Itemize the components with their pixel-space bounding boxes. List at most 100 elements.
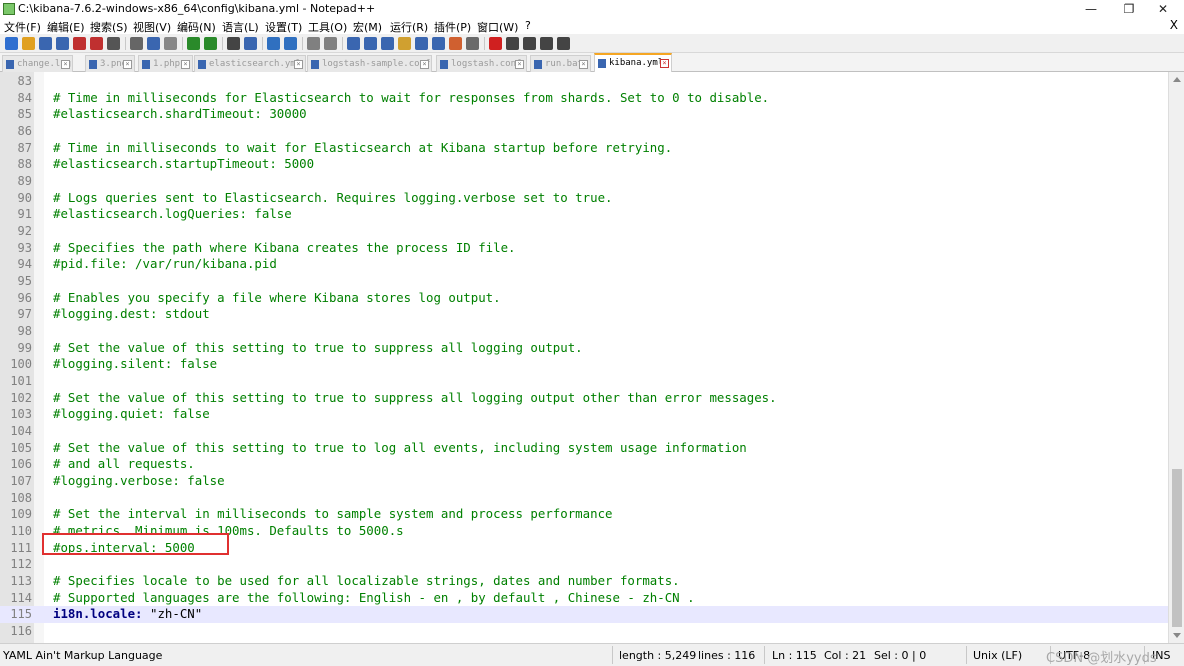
code-line: 83 (0, 73, 1168, 90)
scroll-up-icon[interactable] (1173, 77, 1181, 82)
file-tab-icon (534, 60, 542, 69)
cut-icon[interactable] (130, 37, 143, 50)
close-document-button[interactable]: X (1170, 18, 1178, 32)
tab-label: elasticsearch.yml (209, 59, 302, 69)
monitor-icon[interactable] (466, 37, 479, 50)
file-tab-icon (198, 60, 206, 69)
new-file-icon[interactable] (5, 37, 18, 50)
tab-close-icon[interactable]: × (123, 60, 132, 69)
current-line: 115 i18n.locale: "zh-CN" (0, 606, 1168, 624)
vertical-scrollbar[interactable] (1168, 72, 1184, 643)
word-wrap-icon[interactable] (347, 37, 360, 50)
tab-logstash-sample-conf[interactable]: logstash-sample.conf × (307, 55, 432, 72)
tab-logstash-conf[interactable]: logstash.conf × (436, 55, 527, 72)
zoom-out-icon[interactable] (284, 37, 297, 50)
line-text: # Supported languages are the following:… (53, 589, 695, 605)
line-text: # and all requests. (53, 456, 195, 472)
sync-vertical-icon[interactable] (307, 37, 320, 50)
code-line: 104 (0, 423, 1168, 440)
code-line: 107 #logging.verbose: false (0, 473, 1168, 490)
status-divider (612, 646, 613, 664)
zoom-in-icon[interactable] (267, 37, 280, 50)
play-macro-icon[interactable] (523, 37, 536, 50)
menu-search[interactable]: 搜索(S) (90, 19, 128, 35)
code-editor[interactable]: 83 84 # Time in milliseconds for Elasticse… (0, 72, 1168, 643)
tab-close-icon[interactable]: × (181, 60, 190, 69)
status-length: length : 5,249 (619, 649, 697, 662)
tab-close-icon[interactable]: × (579, 60, 588, 69)
status-column: Col : 21 (824, 649, 867, 662)
line-number: 105 (10, 440, 32, 455)
line-number: 106 (10, 457, 32, 472)
sync-horizontal-icon[interactable] (324, 37, 337, 50)
code-line: 105 # Set the value of this setting to tr… (0, 440, 1168, 457)
toolbar (0, 34, 1184, 53)
menu-tools[interactable]: 工具(O) (308, 19, 347, 35)
line-number: 115 (10, 607, 32, 622)
close-all-icon[interactable] (90, 37, 103, 50)
save-all-icon[interactable] (56, 37, 69, 50)
tab-change-log[interactable]: change.log × (2, 55, 73, 72)
status-line-number: Ln : 115 (772, 649, 817, 662)
line-number: 96 (17, 290, 32, 305)
line-number: 92 (17, 224, 32, 239)
redo-icon[interactable] (204, 37, 217, 50)
open-file-icon[interactable] (22, 37, 35, 50)
replace-icon[interactable] (244, 37, 257, 50)
tab-close-icon[interactable]: × (515, 60, 524, 69)
tab-label: kibana.yml (609, 58, 664, 68)
menu-run[interactable]: 运行(R) (390, 19, 428, 35)
menu-view[interactable]: 视图(V) (133, 19, 171, 35)
line-text: #elasticsearch.logQueries: false (53, 206, 292, 222)
udl-icon[interactable] (398, 37, 411, 50)
tab-close-icon[interactable]: × (660, 59, 669, 68)
scrollbar-thumb[interactable] (1172, 469, 1182, 627)
menu-language[interactable]: 语言(L) (222, 19, 259, 35)
save-macro-icon[interactable] (557, 37, 570, 50)
menu-macro[interactable]: 宏(M) (353, 19, 382, 35)
menu-settings[interactable]: 设置(T) (265, 19, 302, 35)
function-list-icon[interactable] (432, 37, 445, 50)
tab-3-png[interactable]: 3.png × (85, 55, 135, 72)
menu-encoding[interactable]: 编码(N) (177, 19, 216, 35)
scroll-down-icon[interactable] (1173, 633, 1181, 638)
menu-plugins[interactable]: 插件(P) (434, 19, 471, 35)
folder-workspace-icon[interactable] (449, 37, 462, 50)
line-text: # Logs queries sent to Elasticsearch. Re… (53, 189, 613, 205)
print-icon[interactable] (107, 37, 120, 50)
paste-icon[interactable] (164, 37, 177, 50)
close-window-button[interactable]: ✕ (1140, 0, 1184, 18)
toolbar-separator (125, 37, 126, 50)
close-icon[interactable] (73, 37, 86, 50)
copy-icon[interactable] (147, 37, 160, 50)
indent-guide-icon[interactable] (381, 37, 394, 50)
tab-run-bat[interactable]: run.bat × (530, 55, 591, 72)
tab-close-icon[interactable]: × (420, 60, 429, 69)
menu-edit[interactable]: 编辑(E) (47, 19, 85, 35)
line-text: #logging.verbose: false (53, 473, 225, 489)
line-text: #logging.quiet: false (53, 406, 210, 422)
record-macro-icon[interactable] (489, 37, 502, 50)
line-number: 114 (10, 590, 32, 605)
stop-record-icon[interactable] (506, 37, 519, 50)
tab-1-php[interactable]: 1.php × (138, 55, 193, 72)
save-icon[interactable] (39, 37, 52, 50)
doc-map-icon[interactable] (415, 37, 428, 50)
line-number: 107 (10, 474, 32, 489)
tab-kibana-yml[interactable]: kibana.yml × (594, 53, 672, 72)
code-line: 96 # Enables you specify a file where Kib… (0, 290, 1168, 307)
code-line: 93 # Specifies the path where Kibana crea… (0, 240, 1168, 257)
all-chars-icon[interactable] (364, 37, 377, 50)
menu-file[interactable]: 文件(F) (4, 19, 41, 35)
yaml-value: "zh-CN" (142, 606, 203, 622)
tab-close-icon[interactable]: × (61, 60, 70, 69)
yaml-key: i18n.locale: (53, 606, 143, 622)
run-macro-multiple-icon[interactable] (540, 37, 553, 50)
undo-icon[interactable] (187, 37, 200, 50)
menu-help[interactable]: ? (525, 19, 531, 32)
status-bar: YAML Ain't Markup Language length : 5,24… (0, 643, 1184, 666)
tab-close-icon[interactable]: × (294, 60, 303, 69)
tab-elasticsearch-yml[interactable]: elasticsearch.yml × (194, 55, 306, 72)
find-icon[interactable] (227, 37, 240, 50)
menu-window[interactable]: 窗口(W) (477, 19, 518, 35)
